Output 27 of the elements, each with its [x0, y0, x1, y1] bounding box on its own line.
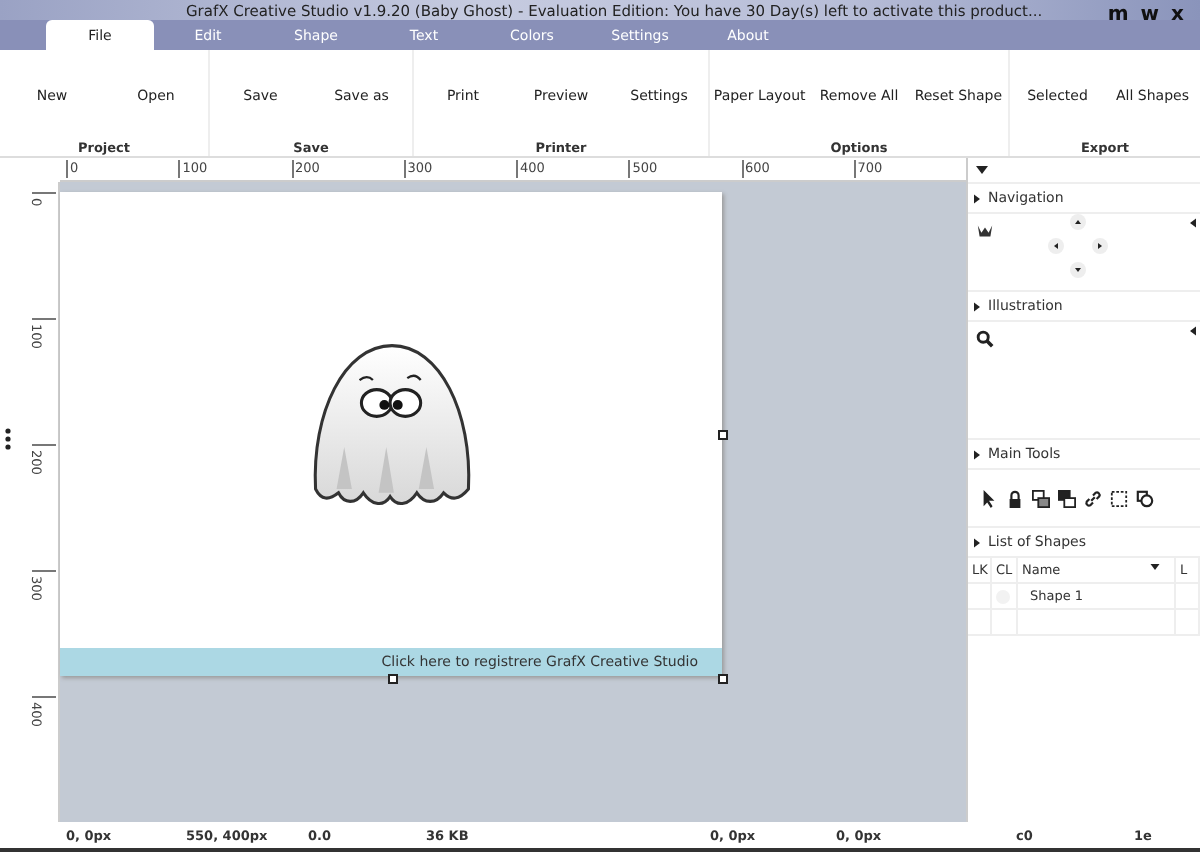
- left-arrow-button[interactable]: [1048, 238, 1064, 255]
- bring-forward-icon[interactable]: [1032, 489, 1050, 508]
- resize-handle[interactable]: [718, 674, 728, 685]
- right-arrow-button[interactable]: [1092, 238, 1108, 255]
- lock-icon[interactable]: [1006, 489, 1024, 508]
- search-icon[interactable]: [976, 330, 994, 349]
- window-control[interactable]: x: [1171, 2, 1184, 28]
- collapse-icon[interactable]: [1190, 218, 1196, 229]
- shapes-icon[interactable]: [1136, 489, 1154, 508]
- drag-handle-icon[interactable]: [4, 428, 12, 451]
- selection-icon[interactable]: [1110, 489, 1128, 508]
- dropdown-icon[interactable]: [976, 166, 988, 175]
- sort-icon[interactable]: [1150, 564, 1160, 571]
- expand-icon[interactable]: [974, 193, 980, 204]
- resize-handle[interactable]: [388, 674, 398, 685]
- collapse-icon[interactable]: [1190, 326, 1196, 337]
- link-icon[interactable]: [1084, 489, 1102, 508]
- pointer-icon[interactable]: [980, 489, 998, 508]
- expand-icon[interactable]: [974, 449, 980, 460]
- window-control[interactable]: m: [1107, 2, 1129, 28]
- resize-handle[interactable]: [718, 430, 728, 441]
- expand-icon[interactable]: [974, 537, 980, 548]
- send-backward-icon[interactable]: [1058, 489, 1076, 508]
- down-arrow-button[interactable]: [1070, 262, 1086, 279]
- up-arrow-button[interactable]: [1070, 214, 1086, 231]
- expand-icon[interactable]: [974, 301, 980, 312]
- window-control[interactable]: w: [1140, 2, 1160, 28]
